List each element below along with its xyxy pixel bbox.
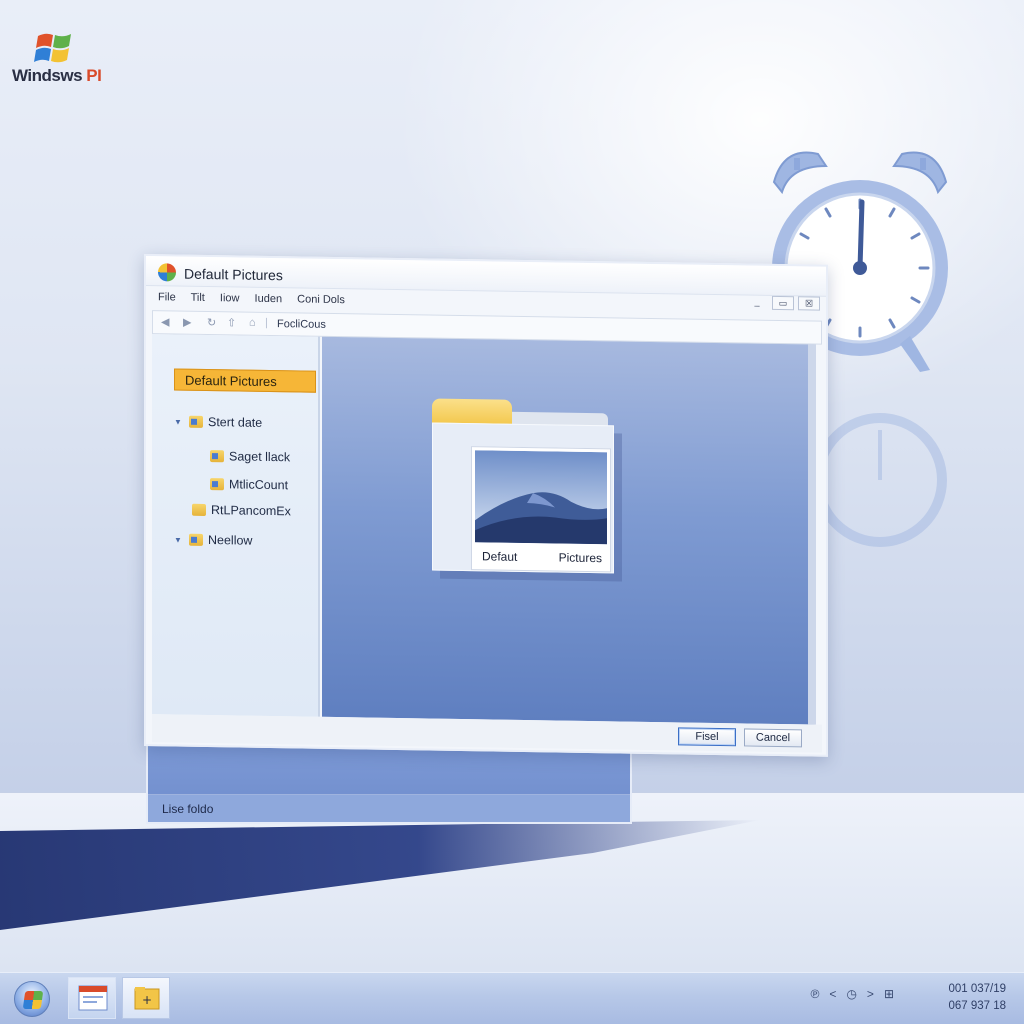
home-icon[interactable]: ⌂ <box>249 317 256 329</box>
logo-brand: Windsws <box>12 66 83 85</box>
folder-preview[interactable]: Defaut Pictures <box>432 398 628 592</box>
vertical-scrollbar[interactable] <box>808 344 816 725</box>
tray-prev-icon[interactable]: < <box>829 987 836 1001</box>
clock-readout: 001 037/19 067 937 18 <box>896 981 1006 1015</box>
up-folder-icon[interactable]: ⇧ <box>227 316 236 329</box>
folder-icon <box>189 533 203 546</box>
landscape-image <box>475 450 607 545</box>
display-icon[interactable]: ⊞ <box>884 987 894 1001</box>
tray-next-icon[interactable]: > <box>867 987 874 1001</box>
toolbar-divider: | <box>265 316 268 329</box>
tree-item-rtlpancomex[interactable]: RtLPancomEx <box>192 503 291 519</box>
tree-item-label: Neellow <box>208 533 253 548</box>
dialog-title: Default Pictures <box>184 265 283 284</box>
tree-item-start-date[interactable]: ▼ Stert date <box>174 414 263 430</box>
folder-icon <box>210 478 224 491</box>
menu-tools[interactable]: Iuden <box>255 293 283 305</box>
svg-text:+: + <box>142 993 152 1007</box>
minimize-button[interactable]: _ <box>746 295 768 309</box>
new-folder-icon: + <box>134 987 160 1010</box>
start-button[interactable] <box>14 981 50 1017</box>
expand-arrow-icon[interactable]: ▼ <box>174 417 184 426</box>
windows-logo: Windsws PI <box>12 28 122 88</box>
folder-icon <box>192 503 206 516</box>
tree-item-label: RtLPancomEx <box>211 503 291 519</box>
tree-item-mtliccount[interactable]: MtlicCount <box>210 477 288 492</box>
expand-arrow-icon[interactable]: ▼ <box>174 535 184 544</box>
forward-arrow-icon[interactable]: ▶ <box>183 316 191 329</box>
content-area: Defaut Pictures <box>322 336 816 725</box>
network-icon[interactable]: ℗ <box>811 987 820 1001</box>
navigation-pane: Default Pictures ▼ Stert date Saget llac… <box>152 334 320 717</box>
picture-thumbnail[interactable]: Defaut Pictures <box>471 446 611 573</box>
taskbar-folder-button[interactable]: + <box>122 977 170 1019</box>
select-button[interactable]: Fisel <box>678 727 736 747</box>
menu-file[interactable]: File <box>158 291 176 303</box>
windows-flag-icon <box>22 991 44 1009</box>
caption-left: Defaut <box>482 549 518 564</box>
dialog-lower-panel: Lise foldo <box>146 742 632 824</box>
menu-view[interactable]: Iiow <box>220 292 240 304</box>
taskbar-explorer-button[interactable] <box>68 977 116 1019</box>
tree-item-label: Stert date <box>208 415 263 430</box>
window-controls: _ ▭ ☒ <box>746 295 820 311</box>
refresh-icon[interactable]: ↻ <box>207 316 216 329</box>
cancel-button[interactable]: Cancel <box>744 728 802 748</box>
clock-line-2: 067 937 18 <box>948 1000 1006 1012</box>
tree-item-saget-llack[interactable]: Saget llack <box>210 449 290 464</box>
clock-icon[interactable]: ◷ <box>846 987 856 1001</box>
tree-item-label: Saget llack <box>229 449 291 465</box>
clock-line-1: 001 037/19 <box>948 983 1006 995</box>
taskbar: + ℗ < ◷ > ⊞ 001 037/19 067 937 18 <box>0 972 1024 1024</box>
file-dialog: Default Pictures File Tilt Iiow Iuden Co… <box>144 254 828 757</box>
thumbnail-caption: Defaut Pictures <box>482 549 602 565</box>
window-icon <box>78 985 108 1011</box>
clock-reflection <box>820 413 947 547</box>
app-icon <box>158 263 176 282</box>
logo-suffix: PI <box>86 66 102 85</box>
tree-item-label: MtlicCount <box>229 477 289 493</box>
menu-edit[interactable]: Tilt <box>191 292 205 304</box>
folder-body: Defaut Pictures <box>432 422 614 574</box>
back-arrow-icon[interactable]: ◀ <box>161 315 169 328</box>
address-label[interactable]: FocliCous <box>277 318 326 331</box>
nav-item-default-pictures[interactable]: Default Pictures <box>174 368 316 393</box>
close-button[interactable]: ☒ <box>798 296 820 311</box>
status-bar-text: Lise foldo <box>148 794 630 822</box>
maximize-button[interactable]: ▭ <box>772 295 794 311</box>
windows-flag-icon <box>34 33 71 63</box>
system-tray-icons: ℗ < ◷ > ⊞ <box>811 987 894 1001</box>
windows-wordmark: Windsws PI <box>12 66 102 86</box>
folder-icon <box>210 450 224 463</box>
caption-right: Pictures <box>558 550 602 566</box>
tree-item-neellow[interactable]: ▼ Neellow <box>174 532 253 548</box>
menu-controls[interactable]: Coni Dols <box>297 293 345 306</box>
folder-icon <box>189 415 203 428</box>
